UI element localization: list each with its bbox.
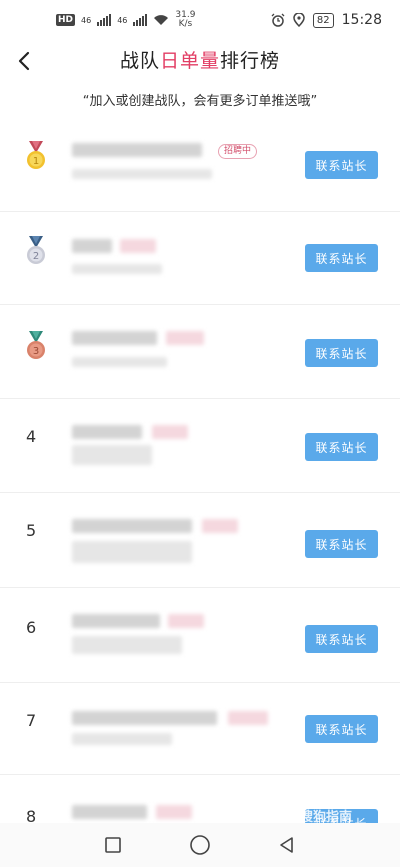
signal-icon bbox=[97, 14, 112, 26]
team-name-blurred bbox=[72, 614, 160, 628]
status-bar: HD 46 46 31.9 K/s 82 15:28 bbox=[0, 0, 400, 40]
recruiting-badge: 招聘中 bbox=[218, 144, 258, 159]
title-prefix: 战队 bbox=[119, 50, 160, 72]
header: 战队日单量排行榜 bbox=[0, 40, 400, 84]
list-item: 2 联系站长 bbox=[0, 212, 400, 305]
recent-apps-button[interactable] bbox=[101, 833, 125, 857]
rank-number: 6 bbox=[26, 618, 37, 637]
location-icon bbox=[293, 13, 305, 27]
list-item: 4 联系站长 bbox=[0, 399, 400, 493]
title-suffix: 排行榜 bbox=[220, 50, 281, 72]
tag-blurred bbox=[168, 614, 204, 628]
wifi-icon bbox=[154, 15, 169, 25]
team-name-blurred bbox=[72, 239, 112, 253]
slogan-text: “加入或创建战队，会有更多订单推送哦” bbox=[82, 94, 318, 109]
system-nav-bar bbox=[0, 823, 400, 867]
sim2-label: 46 bbox=[117, 15, 128, 25]
contact-station-button[interactable]: 联系站长 bbox=[305, 339, 378, 367]
team-info-blurred bbox=[72, 636, 182, 654]
home-button[interactable] bbox=[188, 833, 212, 857]
contact-station-button[interactable]: 联系站长 bbox=[305, 433, 378, 461]
contact-station-button[interactable]: 联系站长 bbox=[305, 530, 378, 558]
hd-icon: HD bbox=[56, 14, 76, 26]
gold-medal-icon: 1 bbox=[27, 141, 45, 169]
list-item: 7 联系站长 bbox=[0, 683, 400, 775]
rank-number: 4 bbox=[26, 427, 37, 446]
sim1-label: 46 bbox=[81, 15, 92, 25]
title-highlight: 日单量 bbox=[159, 50, 220, 72]
signal-icon-2 bbox=[133, 14, 148, 26]
contact-station-button[interactable]: 联系站长 bbox=[305, 244, 378, 272]
contact-station-button[interactable]: 联系站长 bbox=[305, 151, 378, 179]
team-info-blurred bbox=[72, 445, 152, 465]
speed-unit: K/s bbox=[178, 19, 193, 29]
square-icon bbox=[105, 837, 122, 853]
tag-blurred bbox=[202, 519, 238, 533]
team-info-blurred bbox=[72, 169, 212, 179]
network-speed: 31.9 K/s bbox=[175, 11, 195, 29]
rank-number: 7 bbox=[26, 711, 37, 730]
tag-blurred bbox=[156, 805, 192, 819]
team-name-blurred bbox=[72, 519, 192, 533]
list-item: 5 联系站长 bbox=[0, 493, 400, 588]
tag-blurred bbox=[120, 239, 156, 253]
team-name-blurred bbox=[72, 711, 217, 725]
team-name-blurred bbox=[72, 425, 142, 439]
bronze-medal-icon: 3 bbox=[27, 331, 45, 359]
team-info-blurred bbox=[72, 733, 172, 745]
triangle-icon bbox=[279, 837, 293, 853]
tag-blurred bbox=[166, 331, 204, 345]
list-item: 1 招聘中 联系站长 bbox=[0, 117, 400, 212]
team-name-blurred bbox=[72, 805, 147, 819]
svg-text:2: 2 bbox=[33, 251, 39, 262]
list-item: 6 联系站长 bbox=[0, 588, 400, 683]
team-info-blurred bbox=[72, 541, 192, 563]
team-info-blurred bbox=[72, 264, 162, 274]
alarm-icon bbox=[271, 13, 285, 27]
contact-station-button[interactable]: 联系站长 bbox=[305, 715, 378, 743]
battery-icon: 82 bbox=[312, 12, 334, 28]
ranking-list: 1 招聘中 联系站长 2 联系站长 3 联系站长 4 联系站长 5 联系站长 6… bbox=[0, 117, 400, 855]
tag-blurred bbox=[228, 711, 268, 725]
page-title: 战队日单量排行榜 bbox=[0, 46, 400, 73]
team-name-blurred bbox=[72, 331, 157, 345]
list-item: 3 联系站长 bbox=[0, 305, 400, 399]
screen: { "status_bar": { "hd": "HD", "sim1": "4… bbox=[0, 0, 400, 867]
clock: 15:28 bbox=[341, 12, 382, 28]
svg-text:3: 3 bbox=[33, 346, 39, 357]
status-right: 82 15:28 bbox=[271, 12, 382, 28]
svg-text:1: 1 bbox=[33, 156, 39, 167]
status-left: HD 46 46 31.9 K/s bbox=[56, 11, 195, 29]
back-nav-button[interactable] bbox=[275, 833, 299, 857]
circle-icon bbox=[190, 835, 210, 855]
silver-medal-icon: 2 bbox=[27, 236, 45, 264]
team-name-blurred bbox=[72, 143, 202, 157]
contact-station-button[interactable]: 联系站长 bbox=[305, 625, 378, 653]
rank-number: 5 bbox=[26, 521, 37, 540]
team-info-blurred bbox=[72, 357, 167, 367]
tag-blurred bbox=[152, 425, 188, 439]
